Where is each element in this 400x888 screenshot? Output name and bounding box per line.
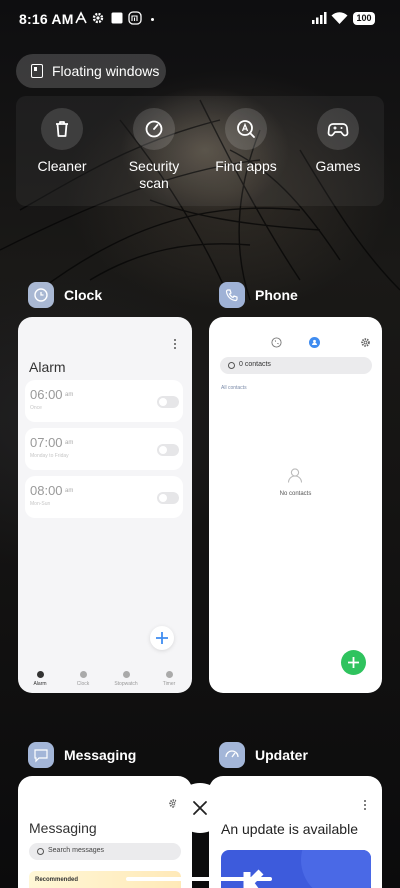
games-label: Games [315, 158, 361, 174]
clock-tab-bar: Alarm Clock Stopwatch Timer [18, 661, 192, 693]
more-notifications-dot [151, 18, 154, 21]
tab-timer: Timer [154, 671, 184, 687]
phone-app-header: Phone [219, 282, 298, 308]
empty-contacts-icon [287, 468, 303, 483]
phone-app-name: Phone [255, 287, 298, 303]
tab-stopwatch: Stopwatch [111, 671, 141, 687]
contacts-search: 0 contacts [220, 357, 372, 374]
alarm-time: 06:00 [30, 387, 63, 402]
clock-tab-icon [79, 671, 87, 678]
alarm-time: 08:00 [30, 483, 63, 498]
floating-window-icon [31, 64, 43, 78]
phone-app-icon [219, 282, 245, 308]
battery-indicator: 100 [353, 12, 375, 25]
security-scan-button[interactable]: Security scan [108, 108, 200, 192]
home-indicator[interactable] [126, 877, 272, 881]
wifi-icon [331, 11, 348, 25]
messaging-app-name: Messaging [64, 747, 137, 763]
settings-gear-icon [361, 338, 370, 347]
alarm-title: Alarm [29, 359, 66, 375]
notification-square-icon [110, 11, 124, 25]
games-button[interactable]: Games [292, 108, 384, 175]
find-apps-label: Find apps [215, 158, 277, 174]
alarm-toggle [157, 492, 179, 504]
signal-icon [311, 11, 327, 25]
updater-app-icon [219, 742, 245, 768]
contacts-filter: All contacts [221, 385, 247, 391]
clock-app-header: Clock [28, 282, 102, 308]
messaging-title: Messaging [29, 820, 97, 836]
alarm-tab-icon [36, 671, 44, 678]
status-bar: 8:16 AM 100 [0, 0, 400, 40]
alarm-time: 07:00 [30, 435, 63, 450]
cleaner-label: Cleaner [37, 158, 87, 174]
alarm-toggle [157, 444, 179, 456]
search-icon [228, 362, 235, 369]
updater-app-name: Updater [255, 747, 308, 763]
cleaner-button[interactable]: Cleaner [16, 108, 108, 175]
alarm-toggle [157, 396, 179, 408]
alarm-item: 07:00 am Monday to Friday [25, 428, 183, 470]
security-scan-label: Security scan [128, 158, 180, 191]
clock-app-icon [28, 282, 54, 308]
update-available-title: An update is available [221, 821, 358, 837]
updater-app-header: Updater [219, 742, 308, 768]
update-banner [221, 850, 371, 888]
alarm-ampm: am [65, 392, 74, 398]
alarm-repeat: Monday to Friday [30, 453, 69, 459]
messaging-app-header: Messaging [28, 742, 136, 768]
empty-contacts-text: No contacts [279, 491, 312, 497]
gamepad-icon [317, 108, 359, 150]
update-banner-graphic [243, 850, 371, 888]
stopwatch-tab-icon [122, 671, 130, 678]
recommended-label: Recommended [35, 877, 79, 883]
alarm-repeat: Mon-Sun [30, 501, 51, 507]
alarm-ampm: am [65, 488, 74, 494]
settings-icon [91, 11, 105, 25]
more-options-icon [364, 800, 367, 812]
alarm-item: 08:00 am Mon-Sun [25, 476, 183, 518]
clock-app-name: Clock [64, 287, 103, 303]
clock-app-card[interactable]: Alarm 06:00 am Once 07:00 am Monday to F… [18, 317, 192, 693]
find-apps-button[interactable]: Find apps [200, 108, 292, 175]
sync-icon [74, 11, 88, 25]
timer-tab-icon [165, 671, 173, 678]
call-log-icon [271, 337, 282, 348]
messages-search: Search messages [29, 843, 181, 860]
find-apps-icon [225, 108, 267, 150]
alarm-item: 06:00 am Once [25, 380, 183, 422]
clear-all-button[interactable] [175, 783, 225, 833]
more-options-icon [174, 339, 177, 351]
close-icon [193, 801, 207, 815]
trash-icon [41, 108, 83, 150]
floating-windows-label: Floating windows [52, 63, 160, 79]
floating-windows-button[interactable]: Floating windows [16, 54, 166, 88]
quick-tools-panel: Cleaner Security scan Find apps Games [16, 96, 384, 206]
messaging-app-icon [28, 742, 54, 768]
tab-alarm: Alarm [25, 671, 55, 687]
contacts-search-text: 0 contacts [239, 361, 271, 368]
phone-app-card[interactable]: 0 contacts All contacts No contacts [209, 317, 382, 693]
tab-clock: Clock [68, 671, 98, 687]
alarm-repeat: Once [30, 405, 42, 411]
status-time: 8:16 AM [19, 11, 74, 27]
updater-app-card[interactable]: An update is available [209, 776, 382, 888]
messages-search-text: Search messages [48, 847, 105, 854]
contacts-tab-icon [309, 337, 320, 348]
add-alarm-icon [150, 626, 174, 650]
search-icon [37, 848, 44, 855]
alarm-ampm: am [65, 440, 74, 446]
add-contact-icon [341, 650, 366, 675]
mi-icon [128, 11, 142, 25]
messaging-app-card[interactable]: Messaging Search messages Recommended [18, 776, 192, 888]
speedometer-icon [133, 108, 175, 150]
